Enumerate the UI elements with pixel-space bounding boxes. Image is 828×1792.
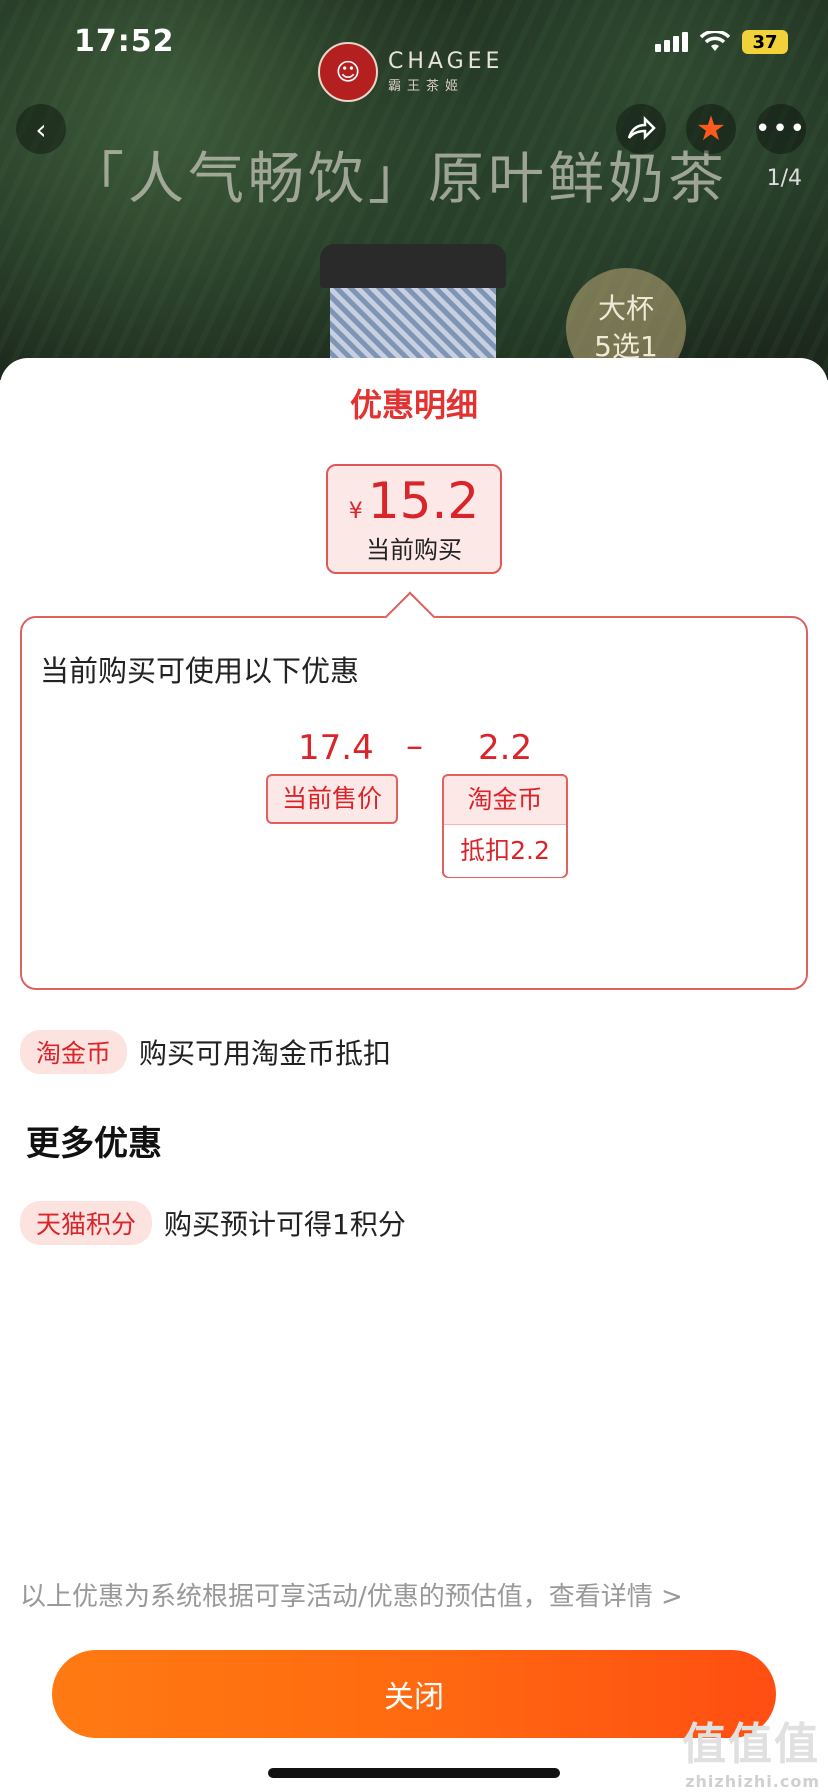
brand-name-cn: 霸王茶姬 [388,78,465,94]
brand-logo: ☺ CHAGEE 霸王茶姬 [318,42,503,102]
star-icon: ★ [695,109,727,149]
coin-discount-tag: 淘金币 抵扣2.2 [442,774,568,878]
discount-breakdown-box: 当前购买可使用以下优惠 17.4 – 2.2 当前售价 淘金币 抵扣2.2 [20,591,808,990]
coin-discount-label: 淘金币 [444,776,566,825]
site-watermark: 值值值 zhizhizhi.com [682,1708,820,1791]
estimate-footnote-link[interactable]: 以上优惠为系统根据可享活动/优惠的预估值，查看详情 > [20,1576,683,1613]
coin-row-text: 购买可用淘金币抵扣 [139,1037,392,1070]
price-currency: ¥ [348,499,363,524]
share-icon [627,116,656,141]
points-tag: 天猫积分 [20,1201,153,1245]
coin-row: 淘金币 购买可用淘金币抵扣 [20,1030,391,1074]
coin-tag: 淘金币 [20,1030,128,1074]
points-row-text: 购买预计可得1积分 [164,1208,406,1241]
current-price-box: ¥ 15.2 当前购买 [326,464,502,574]
chevron-left-icon: ‹ [35,112,47,146]
more-discounts-title: 更多优惠 [26,1124,162,1164]
wifi-icon [700,31,730,51]
coin-discount-amount: 抵扣2.2 [444,825,566,877]
breakdown-heading: 当前购买可使用以下优惠 [40,654,360,688]
back-button[interactable]: ‹ [16,104,66,154]
home-indicator[interactable] [268,1768,560,1778]
price-label: 当前购买 [366,536,462,564]
original-price-value: 17.4 [298,728,374,768]
discount-detail-sheet: 优惠明细 ¥ 15.2 当前购买 当前购买可使用以下优惠 17.4 – 2.2 … [0,358,828,1792]
watermark-domain: zhizhizhi.com [685,1772,820,1791]
battery-indicator: 37 [742,30,788,54]
points-row: 天猫积分 购买预计可得1积分 [20,1201,406,1245]
brand-emblem-icon: ☺ [318,42,378,102]
watermark-text: 值值值 [682,1719,820,1770]
price-value: 15.2 [367,472,480,530]
seal-line-1: 大杯 [597,292,654,325]
minus-operator: – [406,726,423,766]
close-button[interactable]: 关闭 [52,1650,776,1738]
discount-value: 2.2 [478,728,533,768]
cellular-signal-icon [655,32,688,52]
original-price-tag: 当前售价 [266,774,398,824]
status-time: 17:52 [74,24,175,59]
brand-name: CHAGEE [388,49,504,75]
share-button[interactable] [616,104,666,154]
more-dots-icon: ••• [755,114,808,144]
sheet-title: 优惠明细 [349,386,478,424]
image-page-indicator: 1/4 [766,166,802,191]
status-icons: 37 [655,30,788,54]
callout-notch [384,591,436,643]
more-button[interactable]: ••• [755,104,808,154]
favorite-button[interactable]: ★ [686,104,736,154]
